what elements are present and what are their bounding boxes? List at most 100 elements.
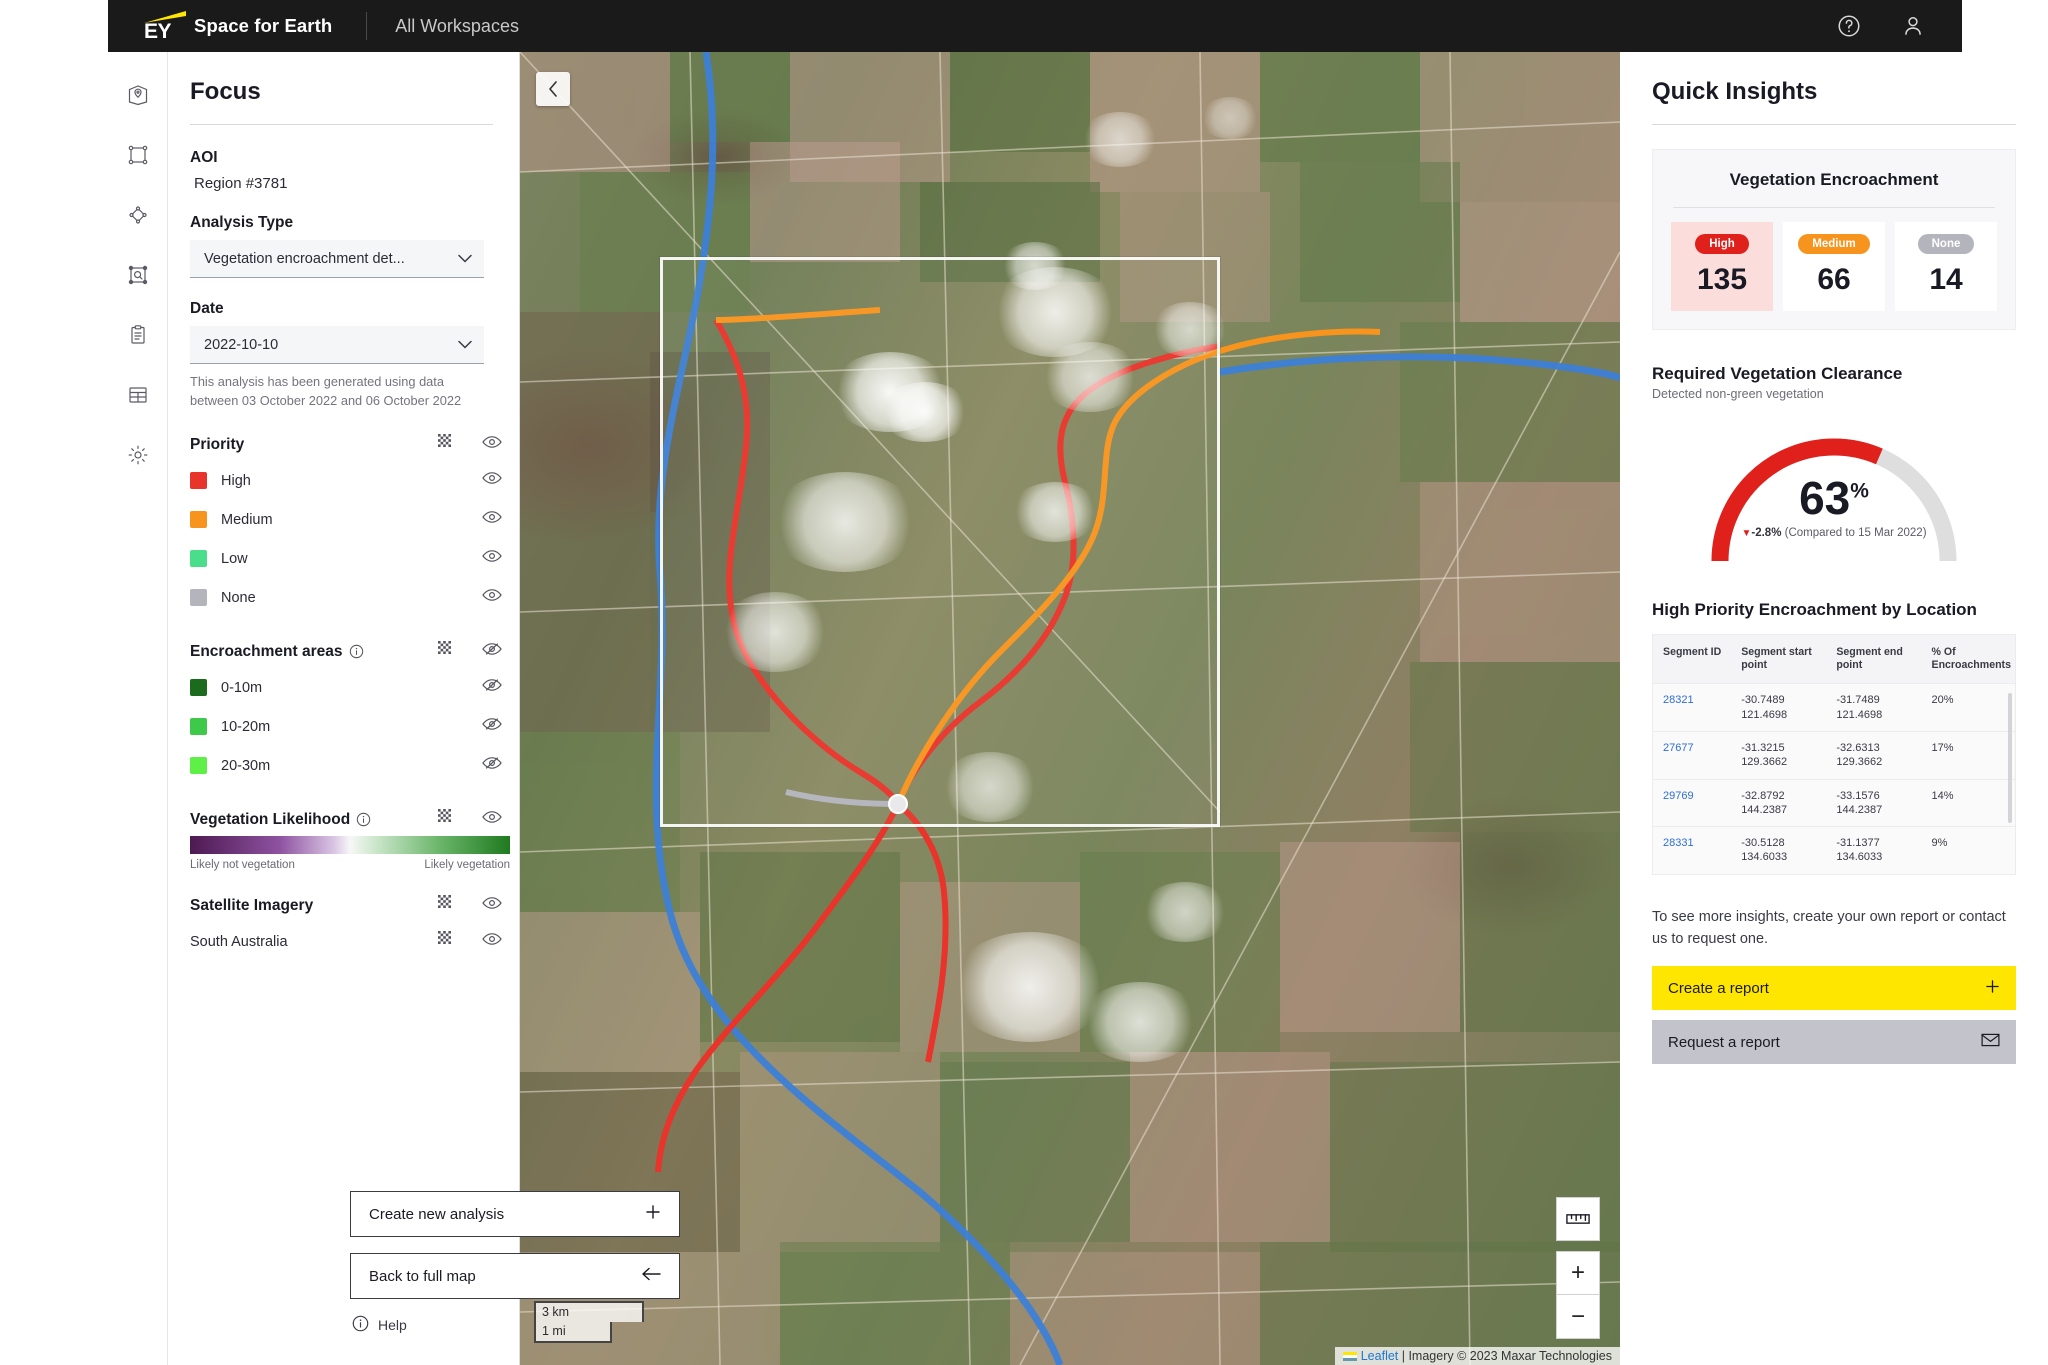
cell-segment-id[interactable]: 29769	[1653, 779, 1731, 827]
eye-off-icon[interactable]	[482, 756, 502, 775]
stat-none[interactable]: None 14	[1895, 222, 1997, 311]
stat-medium[interactable]: Medium 66	[1783, 222, 1885, 311]
eye-icon[interactable]	[482, 549, 502, 568]
eye-icon[interactable]	[482, 435, 502, 454]
vegetation-likelihood-label: Vegetation Likelihood	[190, 811, 350, 829]
color-swatch	[190, 550, 207, 567]
back-to-full-map-button[interactable]: Back to full map	[350, 1253, 680, 1299]
create-new-analysis-button[interactable]: Create new analysis	[350, 1191, 680, 1237]
opacity-icon[interactable]	[438, 895, 454, 916]
eye-off-icon[interactable]	[482, 717, 502, 736]
triangle-down-icon: ▼	[1741, 528, 1751, 539]
image-region-icon[interactable]	[125, 262, 151, 288]
color-swatch	[190, 472, 207, 489]
cell-segment-id[interactable]: 27677	[1653, 732, 1731, 780]
legend-item-0-10m[interactable]: 0-10m	[182, 668, 502, 707]
table-row[interactable]: 28321 -30.7489 121.4698 -31.7489 121.469…	[1653, 684, 2015, 732]
legend-item-high[interactable]: High	[182, 461, 502, 500]
date-select[interactable]: 2022-10-10	[190, 326, 484, 364]
cell-segment-id[interactable]: 28321	[1653, 684, 1731, 732]
eye-icon[interactable]	[482, 510, 502, 529]
col-pct-encroachments: % Of Encroachments	[1922, 635, 2016, 684]
vegetation-likelihood-header: Vegetation Likelihood	[182, 809, 502, 830]
legend-label: 10-20m	[221, 719, 270, 735]
table-row[interactable]: 28331 -30.5128 134.6033 -31.1377 134.603…	[1653, 827, 2015, 874]
cell-start-point: -31.3215 129.3662	[1731, 732, 1826, 780]
map-pin-icon[interactable]	[125, 82, 151, 108]
eye-icon[interactable]	[482, 932, 502, 951]
legend-item-none[interactable]: None	[182, 578, 502, 617]
plus-icon	[645, 1204, 661, 1224]
table-scrollbar[interactable]	[2008, 693, 2012, 823]
eye-off-icon[interactable]	[482, 678, 502, 697]
ey-logo-icon: EY	[136, 9, 186, 43]
table-row[interactable]: 29769 -32.8792 144.2387 -33.1576 144.238…	[1653, 779, 2015, 827]
eye-off-icon[interactable]	[482, 642, 502, 661]
legend-item-10-20m[interactable]: 10-20m	[182, 707, 502, 746]
vegetation-likelihood-scale-labels: Likely not vegetation Likely vegetation	[190, 859, 510, 871]
icon-rail	[108, 52, 168, 1365]
create-new-analysis-label: Create new analysis	[369, 1206, 504, 1223]
back-to-full-map-label: Back to full map	[369, 1268, 476, 1285]
create-report-button[interactable]: Create a report	[1652, 966, 2016, 1010]
clearance-title: Required Vegetation Clearance	[1652, 364, 2016, 384]
chevron-left-icon[interactable]	[536, 72, 570, 106]
legend-item-medium[interactable]: Medium	[182, 500, 502, 539]
gear-icon[interactable]	[125, 442, 151, 468]
eye-icon[interactable]	[482, 471, 502, 490]
zoom-in-button[interactable]: +	[1556, 1251, 1600, 1295]
opacity-icon[interactable]	[438, 809, 454, 830]
clearance-subtitle: Detected non-green vegetation	[1652, 387, 2016, 401]
leaflet-link[interactable]: Leaflet	[1361, 1349, 1399, 1363]
gauge-unit: %	[1850, 480, 1869, 503]
clipboard-icon[interactable]	[125, 322, 151, 348]
legend-label: Low	[221, 551, 248, 567]
stat-high[interactable]: High 135	[1671, 222, 1773, 311]
opacity-icon[interactable]	[438, 434, 454, 455]
date-label: Date	[182, 300, 493, 318]
eye-icon[interactable]	[482, 810, 502, 829]
calendar-icon[interactable]	[125, 382, 151, 408]
arrow-left-icon	[641, 1267, 661, 1285]
opacity-icon[interactable]	[438, 641, 454, 662]
info-circle-icon	[352, 1315, 369, 1335]
panel-divider	[1652, 124, 2016, 125]
help-link[interactable]: Help	[350, 1315, 680, 1335]
satellite-imagery-item[interactable]: South Australia	[182, 922, 502, 961]
stat-value: 66	[1783, 263, 1885, 297]
aoi-bounding-box[interactable]	[660, 257, 1220, 827]
cell-segment-id[interactable]: 28331	[1653, 827, 1731, 874]
table-row[interactable]: 27677 -31.3215 129.3662 -32.6313 129.366…	[1653, 732, 2015, 780]
cell-end-point: -31.1377 134.6033	[1826, 827, 1921, 874]
map-canvas[interactable]: + − 3 km 1 mi Leaflet | Imagery © 2023 M…	[520, 52, 1620, 1365]
zoom-out-button[interactable]: −	[1556, 1295, 1600, 1339]
top-bar: EY Space for Earth All Workspaces	[108, 0, 1962, 52]
opacity-icon[interactable]	[438, 931, 454, 952]
legend-item-20-30m[interactable]: 20-30m	[182, 746, 502, 785]
legend-label: High	[221, 473, 251, 489]
ruler-icon[interactable]	[1556, 1197, 1600, 1241]
encroachment-header: Encroachment areas	[182, 641, 502, 662]
satellite-imagery-value: South Australia	[190, 934, 288, 950]
legend-item-low[interactable]: Low	[182, 539, 502, 578]
cell-start-point: -32.8792 144.2387	[1731, 779, 1826, 827]
ey-logo-text: EY	[144, 20, 171, 44]
cell-pct: 14%	[1922, 779, 2016, 827]
eye-icon[interactable]	[482, 896, 502, 915]
all-workspaces-link[interactable]: All Workspaces	[395, 16, 519, 37]
bounding-box-icon[interactable]	[125, 142, 151, 168]
color-swatch	[190, 718, 207, 735]
gradient-right-label: Likely vegetation	[424, 859, 510, 871]
analysis-type-select[interactable]: Vegetation encroachment det...	[190, 240, 484, 278]
info-circle-icon[interactable]	[356, 812, 371, 827]
request-report-button[interactable]: Request a report	[1652, 1020, 2016, 1064]
gauge-comparison: (Compared to 15 Mar 2022)	[1785, 527, 1927, 539]
gauge-number: 63	[1799, 472, 1850, 524]
eye-icon[interactable]	[482, 588, 502, 607]
color-swatch	[190, 679, 207, 696]
user-icon[interactable]	[1898, 11, 1928, 41]
help-circle-icon[interactable]	[1834, 11, 1864, 41]
diamond-icon[interactable]	[125, 202, 151, 228]
info-circle-icon[interactable]	[349, 644, 364, 659]
encroachment-table-wrapper[interactable]: Segment ID Segment start point Segment e…	[1652, 634, 2016, 875]
